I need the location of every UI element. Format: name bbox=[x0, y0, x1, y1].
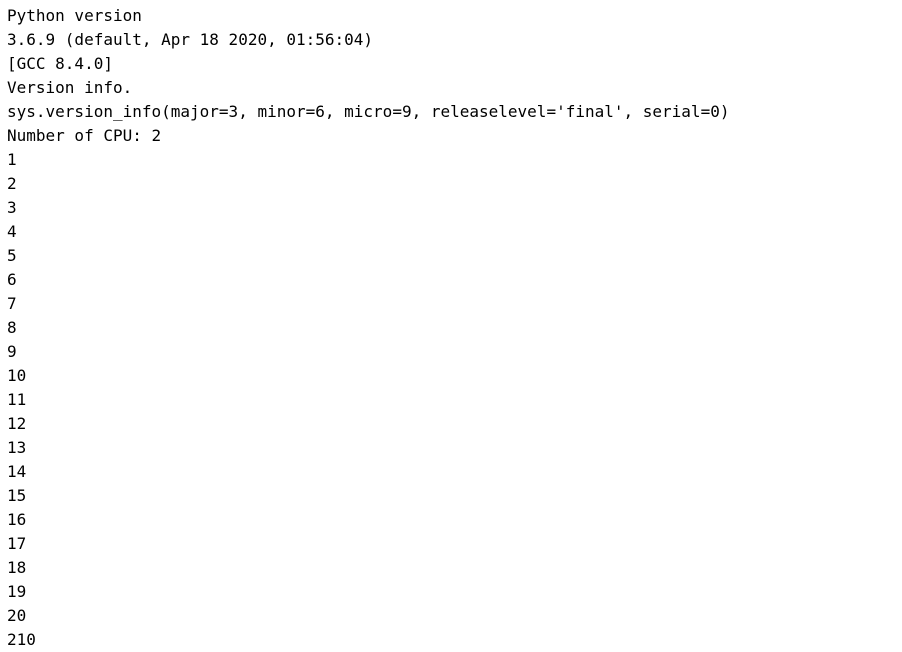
counter-20: 20 bbox=[7, 606, 27, 625]
counter-9: 9 bbox=[7, 342, 17, 361]
counter-5: 5 bbox=[7, 246, 17, 265]
counter-16: 16 bbox=[7, 510, 27, 529]
counter-8: 8 bbox=[7, 318, 17, 337]
counter-13: 13 bbox=[7, 438, 27, 457]
counter-19: 19 bbox=[7, 582, 27, 601]
final-total-line: 210 bbox=[7, 630, 36, 649]
counter-14: 14 bbox=[7, 462, 27, 481]
counter-11: 11 bbox=[7, 390, 27, 409]
counter-1: 1 bbox=[7, 150, 17, 169]
counter-6: 6 bbox=[7, 270, 17, 289]
counter-7: 7 bbox=[7, 294, 17, 313]
console-output-area[interactable]: Python version 3.6.9 (default, Apr 18 202… bbox=[0, 0, 902, 649]
counter-10: 10 bbox=[7, 366, 27, 385]
counter-15: 15 bbox=[7, 486, 27, 505]
compiler-string: [GCC 8.4.0] bbox=[7, 54, 113, 73]
counter-2: 2 bbox=[7, 174, 17, 193]
cpu-count-line: Number of CPU: 2 bbox=[7, 126, 162, 145]
counter-18: 18 bbox=[7, 558, 27, 577]
sys-version-info-tuple: sys.version_info(major=3, minor=6, micro… bbox=[7, 102, 730, 121]
counter-17: 17 bbox=[7, 534, 27, 553]
counter-3: 3 bbox=[7, 198, 17, 217]
python-version-string: 3.6.9 (default, Apr 18 2020, 01:56:04) bbox=[7, 30, 374, 49]
counter-4: 4 bbox=[7, 222, 17, 241]
counter-12: 12 bbox=[7, 414, 27, 433]
header-version-info-label: Version info. bbox=[7, 78, 133, 97]
header-python-version-label: Python version bbox=[7, 6, 142, 25]
